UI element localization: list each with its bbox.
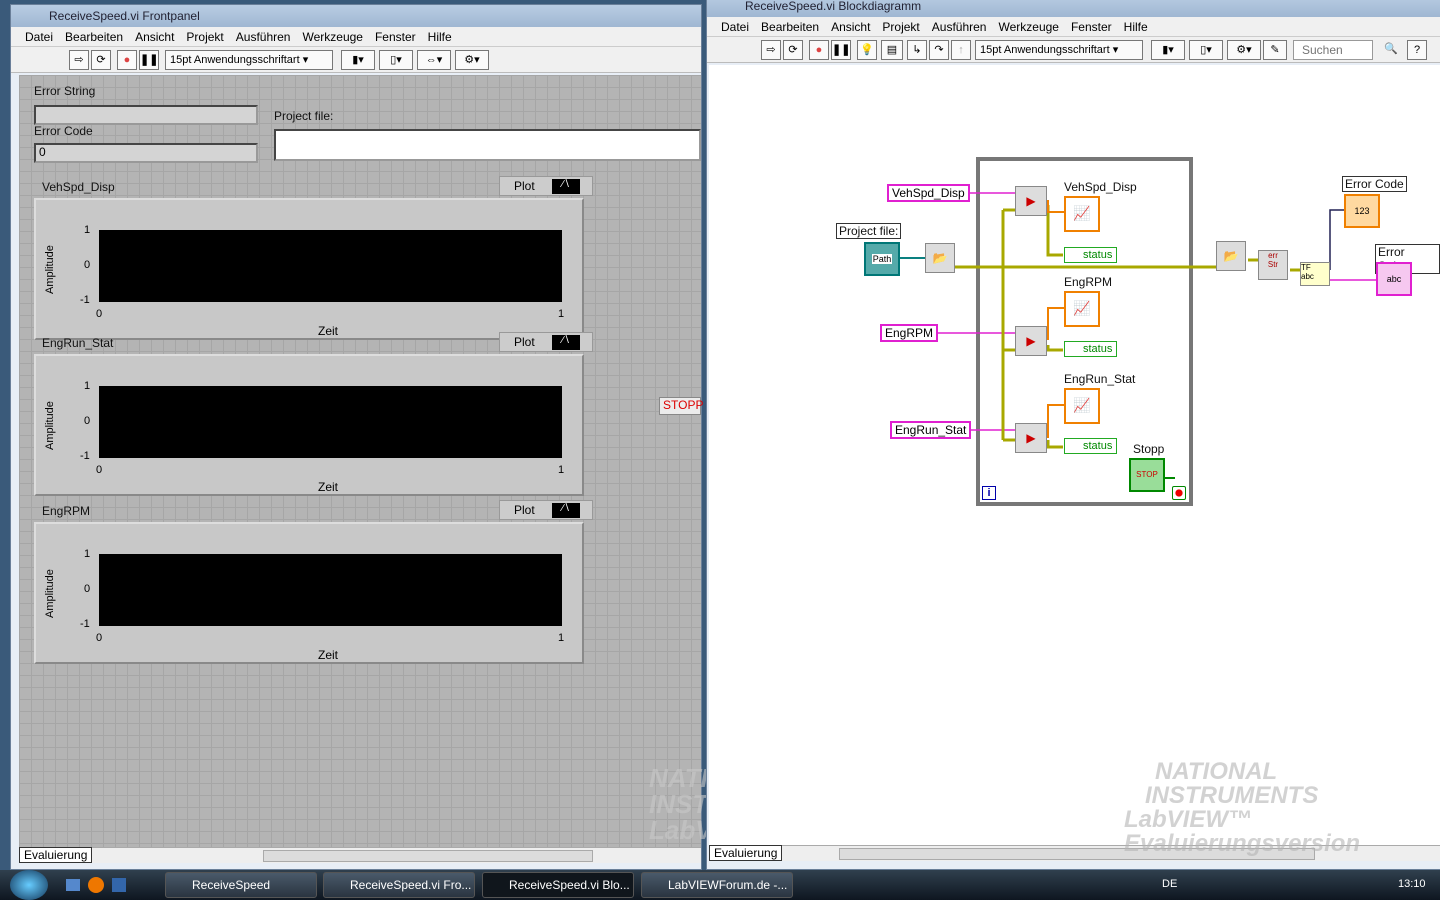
switch-windows-icon[interactable] bbox=[112, 878, 126, 892]
close-file-node[interactable]: 📂 bbox=[1216, 241, 1246, 271]
waveform-indicator-terminal[interactable]: 📈 bbox=[1064, 388, 1100, 424]
project-file-terminal-label: Project file: bbox=[836, 223, 902, 239]
watermark-line: INSTRUMENTS bbox=[1145, 782, 1319, 809]
waveform-indicator-terminal[interactable]: 📈 bbox=[1064, 291, 1100, 327]
show-desktop-icon[interactable] bbox=[66, 879, 80, 891]
indicator-label: VehSpd_Disp bbox=[1064, 180, 1137, 194]
error-to-string-node[interactable]: err Str bbox=[1258, 250, 1288, 280]
indicator-label: EngRPM bbox=[1064, 275, 1113, 289]
wire bbox=[1329, 209, 1345, 270]
language-indicator[interactable]: DE bbox=[1162, 878, 1177, 890]
status-label: status bbox=[1083, 249, 1113, 261]
stop-terminal[interactable]: STOP bbox=[1129, 458, 1165, 492]
read-variable-node[interactable]: ▶ bbox=[1015, 326, 1047, 356]
watermark-line: LabVIEW™ Evaluierungsversion bbox=[1124, 806, 1361, 857]
clock[interactable]: 13:10 bbox=[1398, 878, 1426, 890]
taskbar-item-receivespeed[interactable]: ReceiveSpeed bbox=[165, 872, 317, 898]
loop-condition-icon bbox=[1172, 486, 1186, 500]
taskbar-item-blockdiagram[interactable]: ReceiveSpeed.vi Blo... bbox=[482, 872, 634, 898]
ni-watermark: NATIONAL INSTRUMENTS LabVIEW™ Evaluierun… bbox=[1100, 760, 1440, 856]
stop-terminal-label: Stopp bbox=[1133, 442, 1165, 456]
status-indicator[interactable]: status bbox=[1064, 438, 1118, 454]
status-label: status bbox=[1083, 440, 1113, 452]
firefox-icon[interactable] bbox=[88, 877, 104, 893]
stop-terminal-text: STOP bbox=[1136, 470, 1158, 479]
vehspd-disp-terminal[interactable]: VehSpd_Disp bbox=[887, 184, 970, 202]
unbundle-error-node[interactable]: TF abc bbox=[1300, 262, 1330, 286]
indicator-label: EngRun_Stat bbox=[1064, 372, 1136, 386]
error-code-terminal[interactable]: 123 bbox=[1344, 194, 1380, 228]
error-code-terminal-label: Error Code bbox=[1342, 176, 1407, 192]
engrpm-terminal[interactable]: EngRPM bbox=[880, 324, 939, 342]
watermark-line: NATIONAL bbox=[1155, 758, 1278, 785]
status-label: status bbox=[1083, 343, 1113, 355]
open-file-node[interactable]: 📂 bbox=[925, 243, 955, 273]
engrun-stat-terminal[interactable]: EngRun_Stat bbox=[890, 421, 972, 439]
error-string-terminal[interactable]: abc bbox=[1376, 262, 1412, 296]
status-indicator[interactable]: status bbox=[1064, 341, 1118, 357]
path-label: Path bbox=[871, 254, 893, 264]
project-file-path-terminal[interactable]: Path bbox=[864, 242, 900, 276]
read-variable-node[interactable]: ▶ bbox=[1015, 186, 1047, 216]
error-wire bbox=[1003, 208, 1016, 442]
read-variable-node[interactable]: ▶ bbox=[1015, 423, 1047, 453]
status-indicator[interactable]: status bbox=[1064, 247, 1118, 263]
start-button[interactable] bbox=[10, 870, 48, 900]
taskbar-item-frontpanel[interactable]: ReceiveSpeed.vi Fro... bbox=[323, 872, 475, 898]
waveform-indicator-terminal[interactable]: 📈 bbox=[1064, 196, 1100, 232]
taskbar-item-firefox[interactable]: LabVIEWForum.de -... bbox=[641, 872, 793, 898]
loop-iteration-terminal: i bbox=[982, 486, 996, 500]
error-wire bbox=[1046, 205, 1063, 449]
